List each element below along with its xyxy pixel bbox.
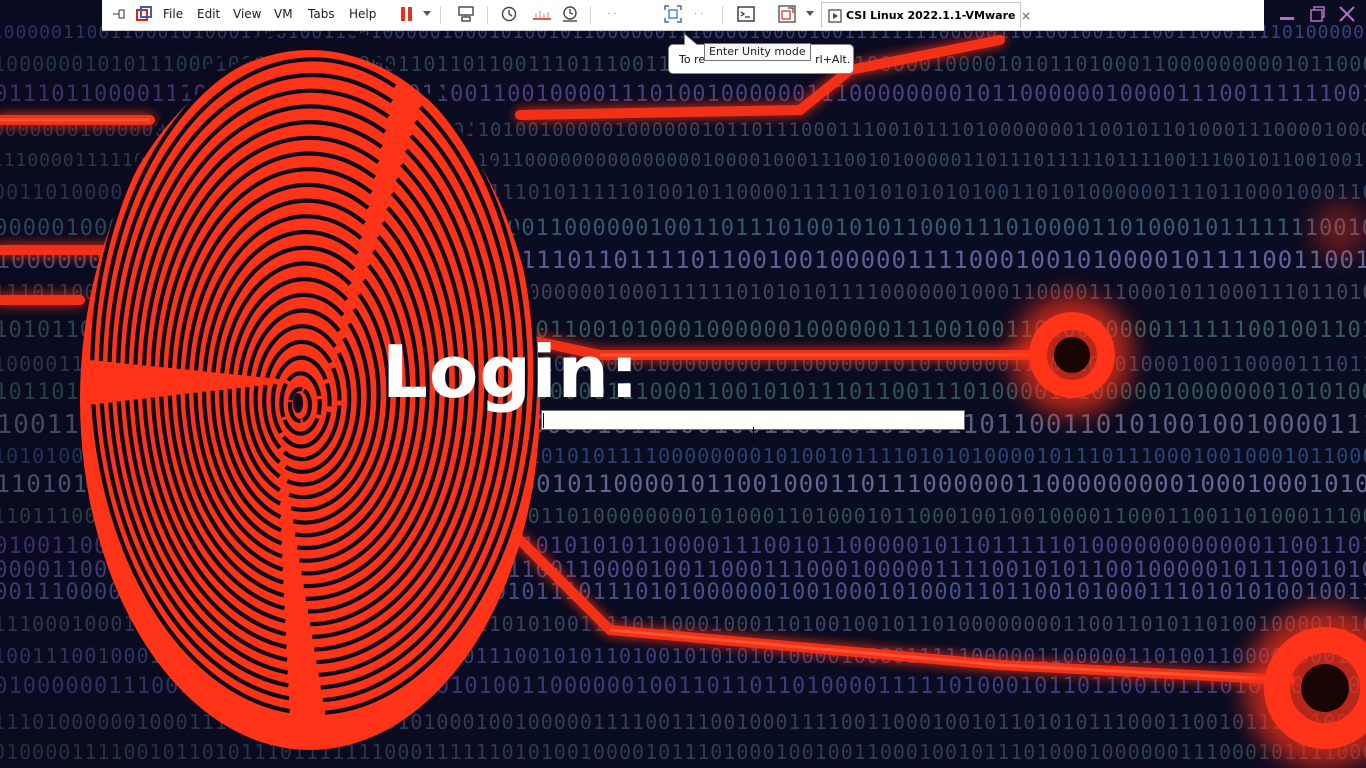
dropdown-icon[interactable] bbox=[423, 0, 431, 28]
close-tab-icon[interactable] bbox=[1021, 11, 1031, 21]
window-controls bbox=[1272, 0, 1364, 28]
vmware-toolbar: File Edit View VM Tabs Help · · · · CSI … bbox=[102, 0, 1355, 31]
login-background: 0100000110011000101000110010011001000001… bbox=[0, 0, 1366, 768]
text-caret bbox=[543, 413, 544, 428]
menu-view-label: View bbox=[233, 7, 262, 21]
vmware-logo-icon[interactable] bbox=[136, 0, 152, 28]
console-view-icon[interactable] bbox=[737, 0, 755, 28]
menu-help[interactable]: Help bbox=[349, 0, 376, 28]
unity-icon[interactable]: · · bbox=[694, 0, 704, 28]
menu-help-label: Help bbox=[349, 7, 377, 21]
unity-mode-tooltip: Enter Unity mode bbox=[704, 43, 811, 61]
pause-icon[interactable] bbox=[400, 0, 414, 28]
menu-vm[interactable]: VM bbox=[274, 0, 293, 28]
restore-icon[interactable] bbox=[1308, 0, 1326, 28]
menu-vm-label: VM bbox=[274, 7, 293, 21]
revert-snapshot-icon[interactable] bbox=[532, 0, 552, 28]
balloon-text-start: To re bbox=[679, 52, 706, 66]
stretch-icon[interactable] bbox=[778, 0, 796, 28]
full-screen-icon[interactable] bbox=[664, 0, 682, 28]
menu-edit[interactable]: Edit bbox=[197, 0, 220, 28]
send-ctrl-alt-del-icon[interactable] bbox=[457, 0, 475, 28]
vm-tab-icon bbox=[828, 8, 842, 23]
disabled-icon: · · bbox=[607, 8, 617, 20]
toolbar-separator bbox=[722, 6, 723, 24]
toolbar-separator bbox=[590, 6, 591, 24]
toolbar-separator bbox=[440, 6, 441, 24]
fingerprint-core bbox=[293, 393, 303, 413]
mouse-ibeam-cursor bbox=[753, 427, 754, 443]
unpin-icon[interactable] bbox=[112, 0, 126, 28]
menu-tabs-label: Tabs bbox=[308, 7, 335, 21]
tab-csi-linux[interactable]: CSI Linux 2022.1.1-VMware bbox=[821, 2, 1030, 28]
menu-tabs[interactable]: Tabs bbox=[308, 0, 335, 28]
menu-file[interactable]: File bbox=[163, 0, 183, 28]
vm-tab-label: CSI Linux 2022.1.1-VMware bbox=[846, 9, 1016, 22]
circuit-traces bbox=[0, 25, 1366, 768]
balloon-tail-inner bbox=[685, 35, 697, 45]
snapshot-icon[interactable] bbox=[500, 0, 518, 28]
close-icon[interactable] bbox=[1338, 0, 1356, 28]
minimize-icon[interactable] bbox=[1278, 0, 1296, 28]
menu-file-label: File bbox=[163, 7, 184, 21]
dropdown-icon[interactable] bbox=[806, 0, 814, 28]
login-label: Login: bbox=[382, 330, 640, 414]
menu-edit-label: Edit bbox=[197, 7, 221, 21]
menu-view[interactable]: View bbox=[233, 0, 261, 28]
balloon-text-end: rl+Alt. bbox=[815, 52, 851, 66]
toolbar-separator bbox=[487, 6, 488, 24]
manage-snapshots-icon[interactable] bbox=[561, 0, 579, 28]
